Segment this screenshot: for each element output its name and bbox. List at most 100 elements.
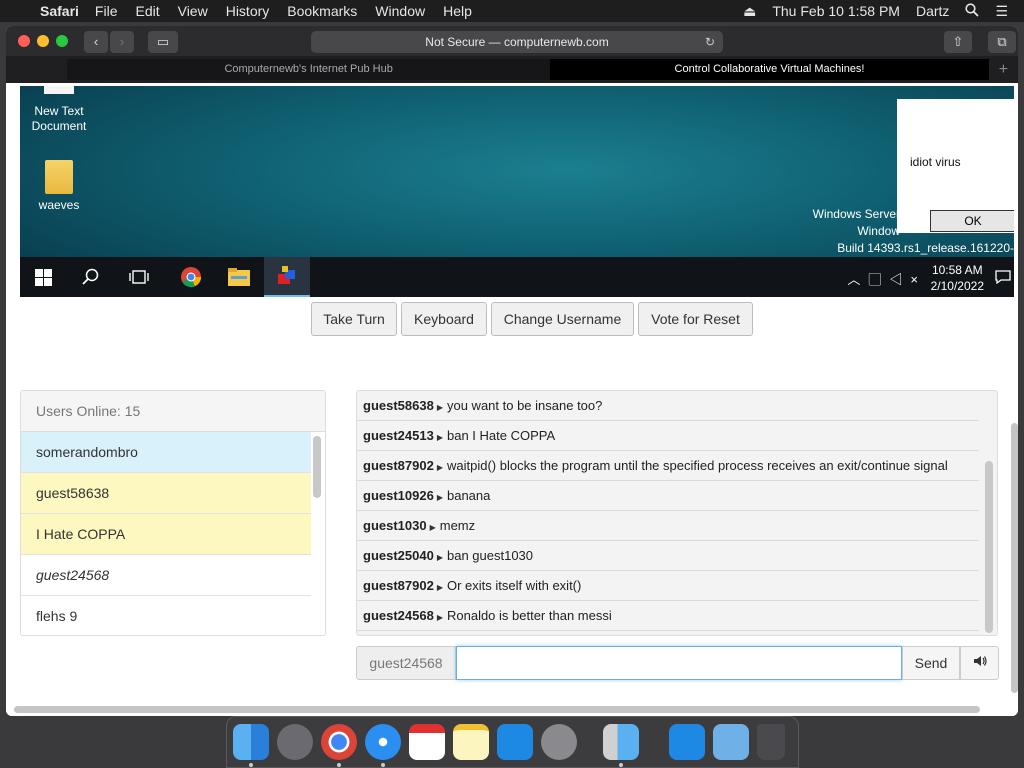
eject-icon[interactable]: ⏏ (743, 3, 756, 20)
windows-taskbar: ︿▢◁× 10:58 AM 2/10/2022 (20, 257, 1014, 297)
chat-message-input[interactable] (456, 646, 902, 680)
desktop-icon-waeves[interactable]: waeves (20, 160, 99, 212)
safari-icon[interactable] (365, 724, 401, 760)
menu-file[interactable]: File (95, 3, 118, 19)
downloads-folder-icon[interactable] (713, 724, 749, 760)
control-center-icon[interactable]: ☰ (995, 3, 1008, 20)
tab-pub-hub[interactable]: Computernewb's Internet Pub Hub (67, 59, 551, 80)
close-window-button[interactable] (18, 35, 30, 47)
chevron-up-icon[interactable]: ︿ (847, 272, 868, 287)
vm-clock[interactable]: 10:58 AM 2/10/2022 (931, 262, 984, 294)
menubar-datetime[interactable]: Thu Feb 10 1:58 PM (772, 3, 900, 19)
browser-toolbar: ‹ › ▭ Not Secure — computernewb.com ↻ ⇧ … (6, 26, 1018, 56)
reload-icon[interactable]: ↻ (705, 31, 715, 53)
launchpad-icon[interactable] (277, 724, 313, 760)
caret-right-icon: ▶ (436, 403, 443, 412)
app-store-icon[interactable] (669, 724, 705, 760)
chat-username[interactable]: guest24568 (363, 608, 434, 623)
users-online-header: Users Online: 15 (21, 391, 325, 432)
file-explorer-icon[interactable] (216, 257, 262, 297)
chat-scrollbar[interactable] (985, 461, 993, 633)
chat-username[interactable]: guest58638 (363, 398, 434, 413)
search-icon[interactable] (68, 257, 114, 297)
tab-overview-icon[interactable]: ⧉ (988, 31, 1016, 53)
page-content: New Text Document waeves Windows Server … (6, 83, 1018, 716)
chat-message: guest10926 ▶ banana (357, 481, 979, 511)
user-list-item[interactable]: somerandombro (21, 432, 311, 473)
change-username-button[interactable]: Change Username (491, 302, 634, 336)
notes-icon[interactable] (453, 724, 489, 760)
keyboard-button[interactable]: Keyboard (401, 302, 487, 336)
chrome-icon[interactable] (168, 257, 214, 297)
zoom-window-button[interactable] (56, 35, 68, 47)
system-tray[interactable]: ︿▢◁× (847, 269, 926, 288)
running-indicator (337, 763, 341, 767)
vm-clock-time: 10:58 AM (931, 263, 983, 277)
volume-muted-icon[interactable]: ◁× (889, 272, 926, 287)
trash-icon[interactable] (757, 724, 785, 760)
vote-reset-button[interactable]: Vote for Reset (638, 302, 753, 336)
vm-clock-date: 2/10/2022 (930, 279, 984, 293)
menu-bar: Safari File Edit View History Bookmarks … (0, 0, 1024, 22)
volume-icon[interactable] (960, 646, 999, 680)
take-turn-button[interactable]: Take Turn (311, 302, 397, 336)
app-store-icon[interactable] (497, 724, 533, 760)
user-list-item[interactable]: flehs 9 (21, 596, 311, 635)
tab-collab-vm[interactable]: Control Collaborative Virtual Machines! (550, 59, 989, 80)
chat-message: guest24513 ▶ ban I Hate COPPA (357, 421, 979, 451)
vm-app-icon[interactable] (264, 257, 310, 297)
menu-help[interactable]: Help (443, 3, 472, 19)
address-bar[interactable]: Not Secure — computernewb.com ↻ (311, 31, 723, 53)
page-horizontal-scrollbar[interactable] (14, 706, 980, 713)
desktop-icon-label: waeves (38, 198, 80, 212)
finder-icon[interactable] (233, 724, 269, 760)
chat-username-label: guest24568 (356, 646, 456, 680)
dialog-ok-button[interactable]: OK (930, 210, 1014, 232)
text-file-icon (44, 86, 74, 94)
chat-text: you want to be insane too? (446, 398, 603, 413)
menu-view[interactable]: View (178, 3, 208, 19)
chat-username[interactable]: guest25040 (363, 548, 434, 563)
user-list-item[interactable]: I Hate COPPA (21, 514, 311, 555)
back-button[interactable]: ‹ (84, 31, 108, 53)
user-list-item[interactable]: guest24568 (21, 555, 311, 596)
chat-text: ban guest1030 (446, 548, 534, 563)
menu-app-name[interactable]: Safari (40, 3, 79, 19)
chat-username[interactable]: guest10926 (363, 488, 434, 503)
minimize-window-button[interactable] (37, 35, 49, 47)
menu-bookmarks[interactable]: Bookmarks (287, 3, 357, 19)
task-view-icon[interactable] (116, 257, 162, 297)
chat-username[interactable]: guest24513 (363, 428, 434, 443)
chat-message: guest58638 ▶ you want to be insane too? (357, 391, 979, 421)
calendar-icon[interactable] (409, 724, 445, 760)
chat-text: banana (446, 488, 491, 503)
user-list-item[interactable]: guest58638 (21, 473, 311, 514)
vm-screen[interactable]: New Text Document waeves Windows Server … (20, 86, 1014, 297)
send-button[interactable]: Send (902, 646, 960, 680)
watermark-line: Build 14393.rs1_release.161220- (837, 241, 1014, 255)
forward-button[interactable]: › (110, 31, 134, 53)
menubar-user[interactable]: Dartz (916, 3, 949, 19)
windows-start-icon[interactable] (20, 257, 66, 297)
finder-window-icon[interactable] (603, 724, 639, 760)
new-tab-icon[interactable]: + (989, 59, 1018, 80)
share-icon[interactable]: ⇧ (944, 31, 972, 53)
menu-window[interactable]: Window (375, 3, 425, 19)
spotlight-search-icon[interactable] (965, 2, 980, 20)
menu-history[interactable]: History (226, 3, 270, 19)
notifications-icon[interactable] (992, 257, 1014, 297)
caret-right-icon: ▶ (436, 433, 443, 442)
chrome-icon[interactable] (321, 724, 357, 760)
page-vertical-scrollbar[interactable] (1011, 423, 1018, 693)
network-icon[interactable]: ▢ (868, 272, 889, 287)
users-scrollbar[interactable] (313, 436, 321, 498)
chat-text: waitpid() blocks the program until the s… (446, 458, 948, 473)
chat-text: memz (439, 518, 476, 533)
chat-username[interactable]: guest87902 (363, 578, 434, 593)
sidebar-toggle-icon[interactable]: ▭ (148, 31, 178, 53)
desktop-icon-new-text-document[interactable]: New Text Document (20, 86, 99, 134)
system-preferences-icon[interactable] (541, 724, 577, 760)
chat-username[interactable]: guest87902 (363, 458, 434, 473)
chat-username[interactable]: guest1030 (363, 518, 427, 533)
menu-edit[interactable]: Edit (135, 3, 159, 19)
